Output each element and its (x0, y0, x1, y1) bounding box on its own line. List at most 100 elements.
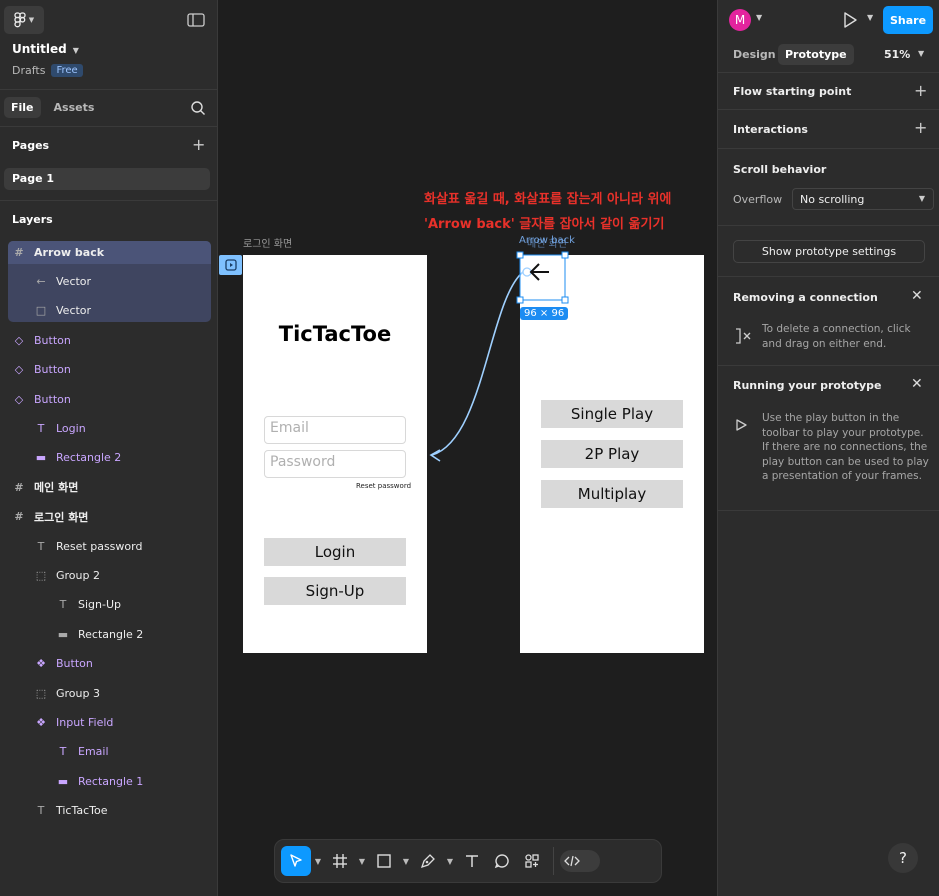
layer-row[interactable]: ▬ Rectangle 2 (34, 448, 122, 468)
chevron-down-icon[interactable]: ▼ (355, 857, 369, 866)
add-page-plus-icon[interactable]: + (192, 135, 205, 154)
divider (718, 225, 939, 226)
layer-row[interactable]: ◇ Button (12, 330, 71, 350)
component-instance-icon: ◇ (14, 392, 24, 406)
chevron-down-icon[interactable]: ▼ (867, 13, 873, 22)
dev-mode-toggle[interactable] (560, 850, 600, 872)
layer-name: Login (56, 421, 86, 435)
divider (718, 276, 939, 277)
running-prototype-heading: Running your prototype (733, 379, 882, 392)
layer-name: Rectangle 2 (78, 627, 144, 641)
size-badge: 96 × 96 (520, 307, 569, 320)
interactions-heading: Interactions (733, 123, 808, 136)
close-icon[interactable]: ✕ (911, 376, 923, 392)
layer-name: Rectangle 2 (56, 451, 122, 465)
cursor-icon (290, 854, 302, 867)
sidebar-toggle-icon[interactable] (187, 12, 205, 28)
pen-tool-button[interactable] (413, 846, 443, 876)
square-icon: □ (35, 304, 47, 318)
actions-tool-button[interactable] (517, 846, 547, 876)
file-title[interactable]: Untitled ▼ (12, 42, 79, 56)
layer-row[interactable]: # 로그인 화면 (12, 507, 88, 527)
layer-name: 메인 화면 (34, 481, 79, 495)
divider (718, 510, 939, 511)
group-icon: ⬚ (35, 568, 47, 582)
drafts-location: Drafts Free (12, 64, 83, 77)
layer-row[interactable]: ▬ Rectangle 2 (56, 624, 144, 644)
layer-row[interactable]: □ Vector (34, 301, 91, 321)
add-interaction-plus-icon[interactable]: + (914, 118, 927, 137)
removing-connection-text: To delete a connection, click and drag o… (762, 323, 911, 350)
divider (0, 89, 218, 90)
text-icon: T (37, 804, 45, 818)
text-icon: T (37, 539, 45, 553)
chevron-down-icon[interactable]: ▼ (399, 857, 413, 866)
layer-row[interactable]: ❖ Input Field (34, 712, 113, 732)
layer-row[interactable]: ▬ Rectangle 1 (56, 771, 144, 791)
layer-row[interactable]: ← Vector (34, 271, 91, 291)
arrow-back-icon (529, 263, 549, 281)
layer-name: Vector (56, 274, 92, 288)
chevron-down-icon[interactable]: ▼ (443, 857, 457, 866)
tab-design[interactable]: Design (726, 44, 783, 65)
code-icon (564, 855, 580, 867)
chevron-down-icon[interactable]: ▼ (918, 49, 924, 58)
resize-handle (561, 251, 569, 259)
drafts-label: Drafts (12, 64, 46, 77)
tab-assets[interactable]: Assets (47, 97, 102, 118)
layer-row[interactable]: T Login (34, 418, 86, 438)
layer-row[interactable]: ⬚ Group 3 (34, 683, 100, 703)
chevron-down-icon[interactable]: ▼ (311, 857, 325, 866)
flow-starting-point-heading: Flow starting point (733, 85, 852, 98)
layer-row[interactable]: T Email (56, 742, 109, 762)
divider (718, 365, 939, 366)
resize-handle (516, 251, 524, 259)
help-button[interactable]: ? (888, 843, 918, 873)
show-prototype-settings-button[interactable]: Show prototype settings (733, 240, 925, 263)
tab-file[interactable]: File (4, 97, 41, 118)
layer-name: Arrow back (34, 245, 105, 259)
avatar[interactable]: M (729, 9, 751, 31)
frame-tool-button[interactable] (325, 846, 355, 876)
chevron-down-icon[interactable]: ▼ (756, 13, 762, 22)
components-icon (525, 854, 539, 868)
layer-name: Email (78, 745, 109, 759)
text-tool-button[interactable] (457, 846, 487, 876)
add-flow-plus-icon[interactable]: + (914, 81, 927, 100)
shape-tool-button[interactable] (369, 846, 399, 876)
layer-row[interactable]: T TicTacToe (34, 801, 108, 821)
text-icon (466, 855, 478, 867)
layer-row[interactable]: # 메인 화면 (12, 477, 78, 497)
layer-row[interactable]: T Reset password (34, 536, 143, 556)
layer-row[interactable]: ❖ Button (34, 654, 93, 674)
main-menu-button[interactable]: ▼ (4, 6, 44, 34)
resize-handle (516, 296, 524, 304)
play-icon[interactable] (842, 11, 858, 29)
prototype-connection-line (431, 271, 524, 456)
overflow-select[interactable]: No scrolling ▼ (792, 188, 934, 210)
frame-icon: # (14, 245, 24, 259)
divider (718, 109, 939, 110)
layer-row[interactable]: ◇ Button (12, 389, 71, 409)
layer-row[interactable]: ⬚ Group 2 (34, 565, 100, 585)
layer-row[interactable]: T Sign-Up (56, 595, 121, 615)
comment-tool-button[interactable] (487, 846, 517, 876)
zoom-level[interactable]: 51% (884, 48, 910, 61)
page-item-page-1[interactable]: Page 1 (4, 168, 210, 190)
layer-row[interactable]: ◇ Button (12, 360, 71, 380)
toolbar-divider (553, 847, 554, 875)
tab-prototype[interactable]: Prototype (778, 44, 854, 65)
group-icon: ⬚ (35, 686, 47, 700)
figma-logo-icon (14, 12, 26, 28)
move-tool-button[interactable] (281, 846, 311, 876)
rectangle-icon (377, 854, 391, 868)
close-icon[interactable]: ✕ (911, 288, 923, 304)
share-button[interactable]: Share (883, 6, 933, 34)
canvas[interactable]: 화살표 옮길 때, 화살표를 잡는게 아니라 위에 'Arrow back' 글… (219, 0, 717, 896)
layer-row[interactable]: # Arrow back (12, 242, 104, 262)
selection-box (519, 254, 566, 301)
comment-icon (494, 854, 509, 869)
layer-name: Button (34, 392, 71, 406)
frame-icon (333, 854, 347, 868)
search-icon[interactable] (190, 100, 206, 116)
